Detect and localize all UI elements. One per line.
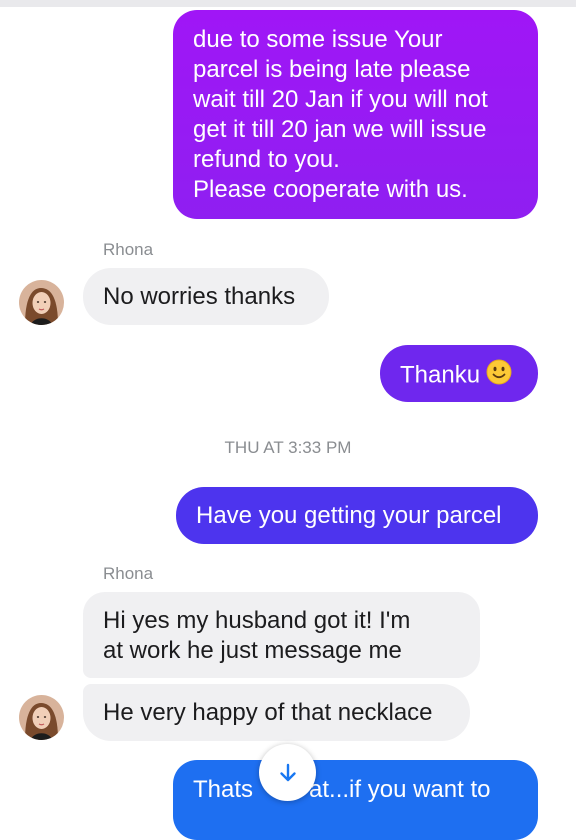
incoming-message-no-worries[interactable]: No worries thanks [83, 268, 329, 325]
contact-avatar[interactable] [19, 280, 64, 325]
arrow-down-icon [279, 763, 296, 781]
sender-name: Rhona [103, 564, 154, 583]
sender-name: Rhona [103, 240, 154, 259]
outgoing-message-partial[interactable]: Thats at...if you want to [173, 760, 538, 840]
timestamp-divider: THU AT 3:33 PM [224, 438, 352, 457]
message-text-start: Thats [193, 776, 254, 803]
scroll-to-bottom-button[interactable] [259, 744, 316, 801]
contact-avatar[interactable] [19, 695, 64, 740]
message-text-end: at...if you want to [309, 776, 491, 803]
outgoing-message-thanku[interactable]: Thanku [380, 345, 538, 402]
message-text: Thanku [400, 361, 481, 389]
incoming-message-happy-necklace[interactable]: He very happy of that necklace [83, 684, 470, 741]
top-divider [0, 0, 576, 7]
incoming-message-husband-got-it[interactable]: Hi yes my husband got it! I'm at work he… [83, 592, 480, 678]
outgoing-message-refund-notice[interactable]: due to some issue Your parcel is being l… [173, 10, 538, 219]
smiley-emoji-icon [486, 359, 512, 393]
outgoing-message-parcel-question[interactable]: Have you getting your parcel [176, 487, 538, 544]
